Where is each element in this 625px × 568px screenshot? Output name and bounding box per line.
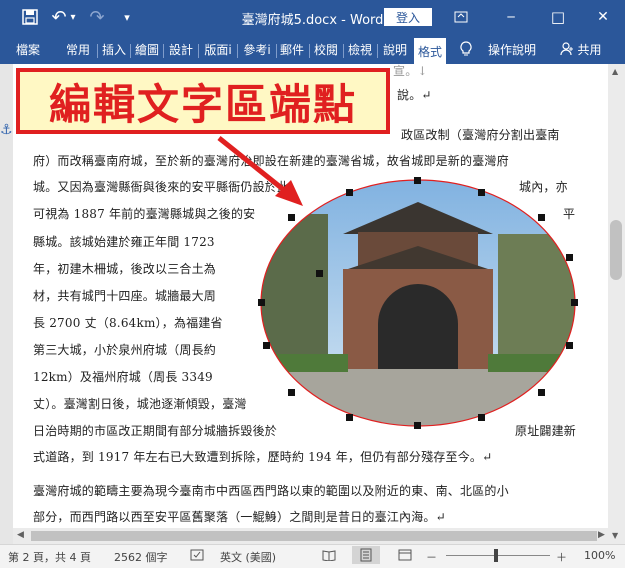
text-line: 說。↵ bbox=[397, 88, 432, 102]
zoom-slider-thumb[interactable] bbox=[494, 549, 498, 562]
anchor-icon: ⚓ bbox=[0, 122, 13, 138]
web-layout-icon[interactable] bbox=[398, 549, 412, 564]
text-line: 臺灣府城的範疇主要為現今臺南市中西區西門路以東的範圍以及附近的東、南、北區的小 bbox=[33, 484, 509, 498]
share-label: 共用 bbox=[577, 42, 602, 57]
zoom-out-button[interactable]: － bbox=[426, 549, 437, 565]
document-workarea: 宣。↓ 說。↵ 政區改制（臺灣府分割出臺南 府）而改稱臺南府城，至於新的臺灣府治… bbox=[0, 64, 625, 544]
status-bar: 第 2 頁，共 4 頁 2562 個字 英文 (美國) － ＋ 100% bbox=[0, 544, 625, 568]
text-line: 式道路，到 1917 年左右已大致遭到拆除，歷時約 194 年，但仍有部分殘存至… bbox=[33, 450, 493, 464]
arrow-icon bbox=[217, 136, 303, 206]
horizontal-scroll-thumb[interactable] bbox=[31, 531, 597, 541]
text-line: 政區改制（臺灣府分割出臺南 bbox=[401, 128, 560, 142]
vertical-scroll-thumb[interactable] bbox=[610, 220, 622, 280]
zoom-in-button[interactable]: ＋ bbox=[556, 549, 567, 565]
tab-references[interactable]: 參考i bbox=[239, 34, 275, 64]
tab-design[interactable]: 設計 bbox=[167, 34, 195, 64]
vertical-scrollbar[interactable]: ▲ ▼ bbox=[608, 64, 625, 544]
callout-box: 編輯文字區端點 bbox=[16, 68, 390, 134]
text-line: 部分，而西門路以西至安平區舊聚落（一鯤鯓）之間則是昔日的臺江內海。↵ bbox=[33, 510, 446, 524]
read-mode-icon[interactable] bbox=[322, 549, 336, 564]
callout-text: 編輯文字區端點 bbox=[48, 79, 357, 129]
zoom-level[interactable]: 100% bbox=[584, 549, 615, 562]
minimize-button[interactable]: ─ bbox=[500, 0, 522, 34]
print-layout-icon[interactable] bbox=[352, 546, 380, 564]
text-line: 年，初建木柵城，後改以三合土為 bbox=[33, 262, 217, 276]
scroll-left-icon[interactable]: ◀ bbox=[17, 530, 24, 540]
tab-draw[interactable]: 繪圖 bbox=[133, 34, 161, 64]
share-button[interactable]: 共用 bbox=[556, 34, 606, 64]
tab-mailings[interactable]: 郵件 bbox=[278, 34, 306, 64]
text-line: 縣城。該城始建於雍正年間 1723 bbox=[33, 235, 215, 249]
zoom-slider[interactable] bbox=[446, 555, 550, 556]
text-line: 丈）。臺灣割日後，城池逐漸傾毀，臺灣 bbox=[33, 397, 247, 411]
person-icon bbox=[560, 42, 574, 56]
text-line: 宣。↓ bbox=[393, 64, 428, 78]
text-line: 第三大城，小於泉州府城（周長約 bbox=[33, 343, 217, 357]
tab-insert[interactable]: 插入 bbox=[100, 34, 128, 64]
tab-layout[interactable]: 版面i bbox=[200, 34, 236, 64]
tab-format[interactable]: 格式 bbox=[414, 38, 446, 64]
maximize-button[interactable]: □ bbox=[547, 0, 569, 34]
title-bar: ↶ ▾ ↷ ▾ 臺灣府城5.docx - Word 登入 ─ □ ✕ bbox=[0, 0, 625, 34]
word-count[interactable]: 2562 個字 bbox=[114, 549, 168, 565]
login-button[interactable]: 登入 bbox=[384, 8, 432, 26]
tab-view[interactable]: 檢視 bbox=[345, 34, 375, 64]
close-button[interactable]: ✕ bbox=[592, 0, 614, 34]
language-status[interactable]: 英文 (美國) bbox=[220, 549, 276, 565]
proofing-icon[interactable] bbox=[190, 549, 204, 564]
tab-help[interactable]: 說明 bbox=[380, 34, 410, 64]
tab-file[interactable]: 檔案 bbox=[8, 34, 48, 64]
scroll-down-icon[interactable]: ▼ bbox=[612, 531, 618, 540]
text-line: 日治時期的市區改正期間有部分城牆拆毀後於 bbox=[33, 424, 278, 438]
tell-me-search[interactable]: 操作說明 bbox=[482, 34, 542, 64]
text-line: 12km）及福州府城（周長 3349 bbox=[33, 370, 213, 384]
text-line: 材，共有城門十四座。城牆最大周 bbox=[33, 289, 217, 303]
ribbon-display-icon[interactable] bbox=[450, 0, 472, 34]
scroll-right-icon[interactable]: ▶ bbox=[598, 530, 605, 540]
tab-home[interactable]: 常用 bbox=[62, 34, 94, 64]
ribbon-tabs: 檔案 常用 插入 繪圖 設計 版面i 參考i 郵件 校閱 檢視 說明 格式 操作… bbox=[0, 34, 625, 64]
text-line: 長 2700 丈（8.64km），為福建省 bbox=[33, 316, 223, 330]
window-title: 臺灣府城5.docx - Word bbox=[241, 13, 384, 28]
page-count[interactable]: 第 2 頁，共 4 頁 bbox=[8, 549, 91, 565]
lightbulb-icon[interactable] bbox=[456, 34, 476, 64]
scroll-up-icon[interactable]: ▲ bbox=[612, 67, 618, 76]
horizontal-scrollbar[interactable]: ◀ ▶ bbox=[13, 528, 608, 544]
tab-review[interactable]: 校閱 bbox=[312, 34, 340, 64]
